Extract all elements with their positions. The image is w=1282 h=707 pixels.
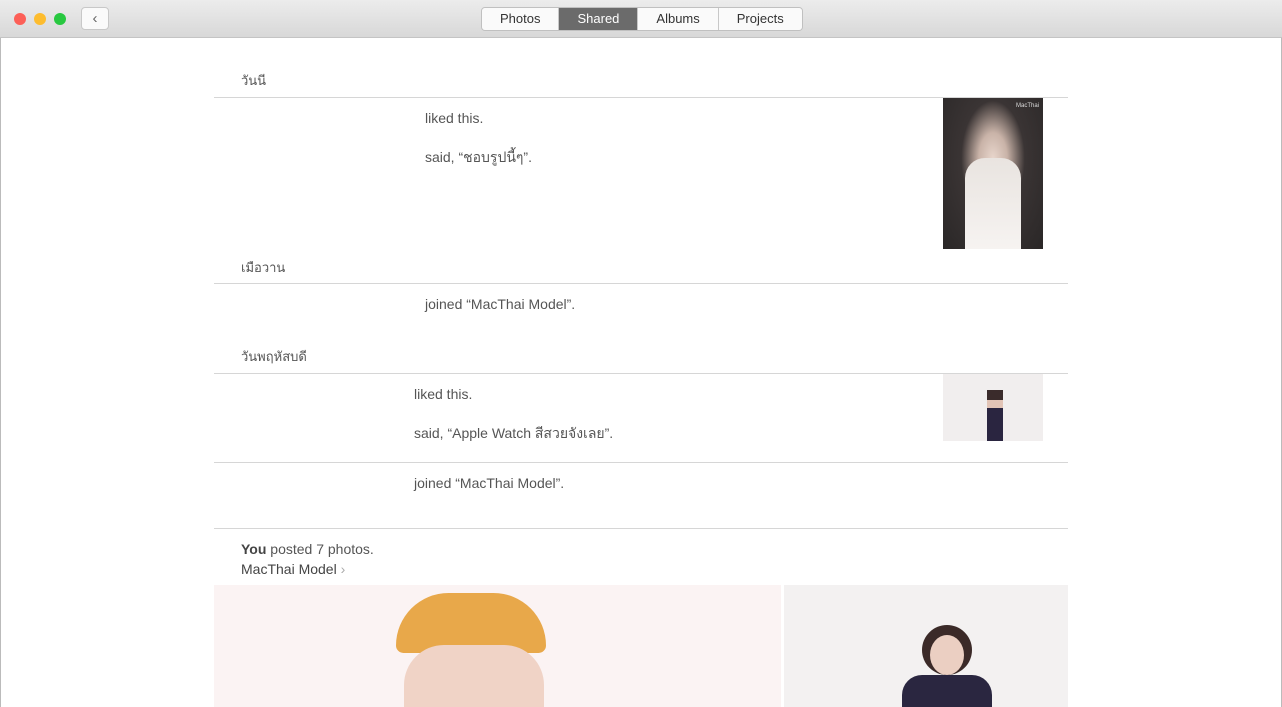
view-tabs: Photos Shared Albums Projects (481, 7, 803, 31)
post-user: You (241, 541, 267, 557)
section-header-thursday: วันพฤหัสบดี (241, 349, 307, 364)
photo-thumbnail[interactable]: MacThai (943, 98, 1043, 249)
tab-albums[interactable]: Albums (638, 8, 719, 30)
tab-projects[interactable]: Projects (718, 8, 802, 30)
back-button[interactable]: ‹ (81, 7, 109, 30)
photo-outfit (902, 675, 992, 707)
title-bar: ‹ Photos Shared Albums Projects (0, 0, 1282, 38)
divider (214, 373, 1068, 374)
activity-item: joined “MacThai Model”. (425, 296, 576, 312)
activity-item: liked this. (425, 110, 484, 126)
post-text: posted 7 photos. (266, 541, 374, 557)
activity-item: said, “Apple Watch สีสวยจังเลย”. (414, 425, 614, 441)
divider (214, 283, 1068, 284)
photo-thumbnail[interactable] (943, 374, 1043, 441)
minimize-button[interactable] (34, 13, 46, 25)
divider (214, 97, 1068, 98)
shared-photo[interactable] (214, 585, 781, 707)
section-header-today: วันนี (241, 73, 267, 88)
album-name[interactable]: MacThai Model (241, 561, 337, 577)
activity-item: said, “ชอบรูปนี้ๆ”. (425, 149, 532, 165)
activity-item: joined “MacThai Model”. (414, 475, 565, 491)
post-summary: You posted 7 photos. (241, 541, 374, 557)
chevron-left-icon: ‹ (92, 10, 98, 27)
divider (214, 528, 1068, 529)
close-button[interactable] (14, 13, 26, 25)
tab-photos[interactable]: Photos (482, 8, 560, 30)
chevron-right-icon: › (340, 561, 346, 577)
shared-photo[interactable] (784, 585, 1068, 707)
photo-subject (965, 158, 1021, 249)
photo-face (930, 635, 964, 675)
zoom-button[interactable] (54, 13, 66, 25)
tab-shared[interactable]: Shared (559, 8, 639, 30)
album-link[interactable]: MacThai Model › (241, 561, 345, 577)
photo-face (404, 645, 544, 707)
photo-cap (396, 593, 546, 653)
activity-item: liked this. (414, 386, 473, 402)
section-header-yesterday: เมือวาน (241, 260, 286, 275)
divider (214, 462, 1068, 463)
photo-subject (987, 390, 1003, 441)
logo-watermark: MacThai (1015, 103, 1039, 109)
